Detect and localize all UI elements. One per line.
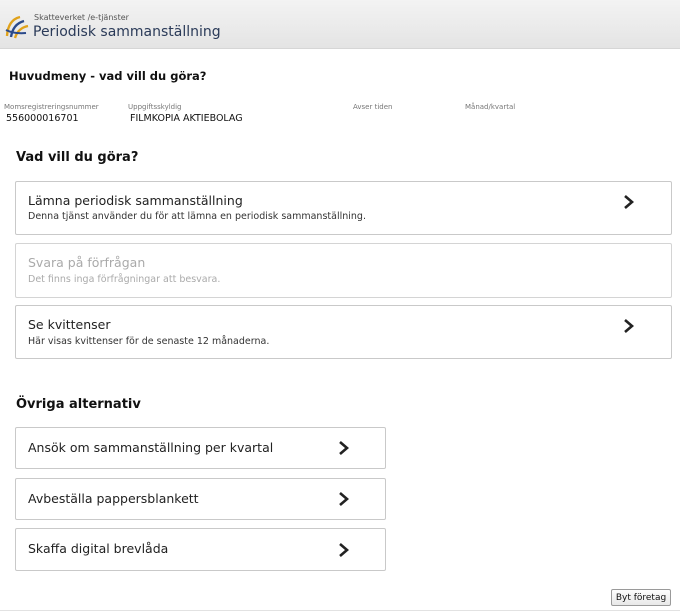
option-title: Skaffa digital brevlåda	[28, 541, 169, 556]
option-answer-request: Svara på förfrågan Det finns inga förfrå…	[15, 243, 672, 298]
option-title: Avbeställa pappersblankett	[28, 491, 199, 506]
period-label: Avser tiden	[353, 103, 393, 111]
option-description: Denna tjänst använder du för att lämna e…	[28, 211, 366, 222]
option-cancel-paper-form[interactable]: Avbeställa pappersblankett	[15, 478, 386, 520]
option-digital-mailbox[interactable]: Skaffa digital brevlåda	[15, 528, 386, 571]
option-description: Det finns inga förfrågningar att besvara…	[28, 274, 221, 285]
chevron-right-icon	[339, 441, 349, 455]
org-breadcrumb: Skatteverket /e-tjänster	[34, 13, 129, 22]
page-title: Huvudmeny - vad vill du göra?	[9, 69, 207, 83]
option-title: Se kvittenser	[28, 317, 111, 332]
main-section-title: Vad vill du göra?	[16, 150, 139, 165]
app-title: Periodisk sammanställning	[33, 24, 221, 40]
chevron-right-icon	[339, 492, 349, 506]
filer-label: Uppgiftsskyldig	[128, 103, 182, 111]
chevron-right-icon	[624, 195, 634, 209]
vat-number-label: Momsregistreringsnummer	[4, 103, 99, 111]
option-description: Här visas kvittenser för de senaste 12 m…	[28, 336, 270, 347]
app-header: Skatteverket /e-tjänster Periodisk samma…	[0, 0, 680, 49]
chevron-right-icon	[339, 543, 349, 557]
skatteverket-logo-icon	[5, 15, 29, 39]
other-section-title: Övriga alternativ	[16, 397, 141, 412]
change-company-button[interactable]: Byt företag	[611, 589, 671, 606]
option-title: Svara på förfrågan	[28, 255, 146, 270]
option-quarterly-application[interactable]: Ansök om sammanställning per kvartal	[15, 427, 386, 469]
chevron-right-icon	[624, 319, 634, 333]
vat-number-value: 556000016701	[6, 113, 79, 124]
option-title: Lämna periodisk sammanställning	[28, 193, 243, 208]
option-submit-summary[interactable]: Lämna periodisk sammanställning Denna tj…	[15, 181, 672, 235]
filer-value: FILMKOPIA AKTIEBOLAG	[130, 113, 243, 124]
option-receipts[interactable]: Se kvittenser Här visas kvittenser för d…	[15, 305, 672, 359]
month-quarter-label: Månad/kvartal	[465, 103, 516, 111]
bottom-divider	[0, 610, 680, 611]
option-title: Ansök om sammanställning per kvartal	[28, 440, 274, 455]
